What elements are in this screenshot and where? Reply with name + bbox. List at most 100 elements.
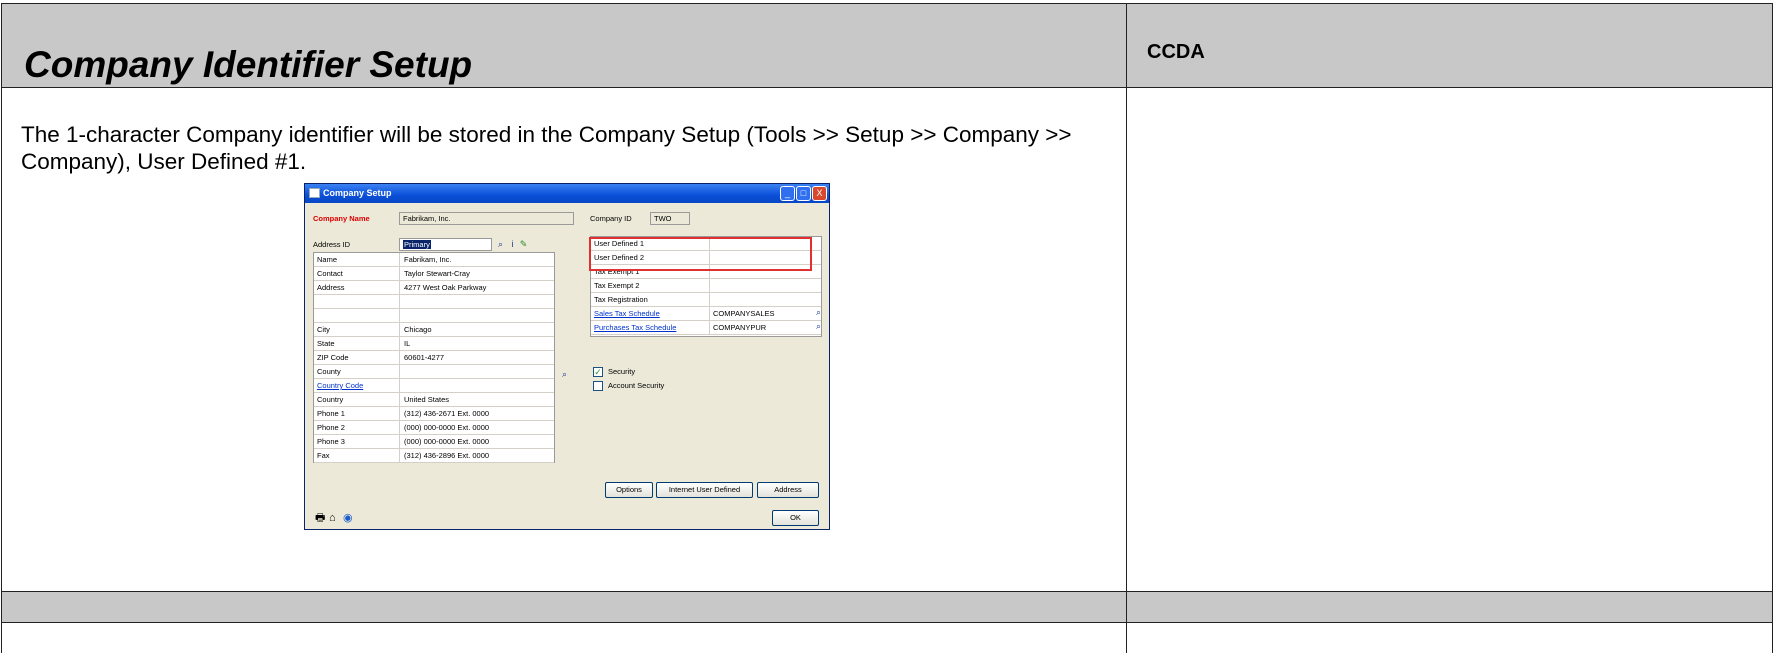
bottom-left-cell [1, 622, 1127, 653]
address-row-value[interactable]: IL [404, 338, 410, 350]
address-row-value[interactable]: 4277 West Oak Parkway [404, 282, 486, 294]
tax-row: Tax Exempt 2 [591, 279, 821, 293]
address-row: Phone 1 (312) 436-2671 Ext. 0000 [314, 407, 554, 421]
column-divider [399, 323, 400, 337]
minimize-button[interactable]: _ [780, 186, 795, 201]
address-row-value[interactable]: 60601-4277 [404, 352, 444, 364]
security-checkbox[interactable]: ✓ [593, 367, 603, 377]
close-button[interactable]: X [812, 186, 827, 201]
bottom-right-cell [1126, 622, 1773, 653]
column-divider [709, 293, 710, 307]
note-icon[interactable]: ✎ [518, 239, 529, 250]
column-divider [709, 307, 710, 321]
internet-user-defined-button[interactable]: Internet User Defined [656, 482, 753, 498]
column-divider [399, 267, 400, 281]
column-divider [399, 435, 400, 449]
printer-icon[interactable]: 🖶 [315, 512, 325, 524]
address-row-label: City [317, 325, 330, 334]
column-divider [399, 421, 400, 435]
address-row: Phone 3 (000) 000-0000 Ext. 0000 [314, 435, 554, 449]
address-row: Country Code [314, 379, 554, 393]
spacer-left-cell [1, 591, 1127, 623]
tax-row-value[interactable]: COMPANYSALES [713, 308, 775, 320]
country-code-lookup-icon[interactable]: ⌕ [559, 369, 570, 380]
purchases-tax-lookup-icon[interactable]: ⌕ [813, 321, 824, 332]
tax-row: Sales Tax Schedule COMPANYSALES [591, 307, 821, 321]
address-row: ZIP Code 60601-4277 [314, 351, 554, 365]
body-paragraph: The 1-character Company identifier will … [21, 122, 1072, 174]
account-security-label: Account Security [608, 381, 665, 390]
column-divider [399, 281, 400, 295]
address-row-label: Name [317, 255, 338, 264]
user-defined-highlight [589, 237, 812, 271]
help-icon[interactable]: ◉ [343, 512, 353, 524]
document-table: CCDA [0, 0, 1774, 653]
column-divider [399, 393, 400, 407]
ok-button[interactable]: OK [772, 510, 819, 526]
address-row-label: Phone 3 [317, 437, 345, 446]
tax-row-label: Tax Exempt 2 [594, 281, 640, 290]
address-button[interactable]: Address [757, 482, 819, 498]
address-row-value[interactable]: United States [404, 394, 449, 406]
column-divider [399, 295, 400, 309]
address-row-label: Address [317, 283, 345, 292]
address-id-field[interactable]: Primary [399, 238, 492, 251]
attach-icon[interactable]: ⌂ [329, 512, 336, 524]
address-row-label: Phone 1 [317, 409, 345, 418]
address-row-value[interactable]: (000) 000-0000 Ext. 0000 [404, 436, 489, 448]
address-row-label: County [317, 367, 341, 376]
address-row: Name Fabrikam, Inc. [314, 253, 554, 267]
tax-row: Purchases Tax Schedule COMPANYPUR [591, 321, 821, 335]
address-row: Address 4277 West Oak Parkway [314, 281, 554, 295]
tax-row-label[interactable]: Purchases Tax Schedule [594, 322, 676, 334]
spacer-right-cell [1126, 591, 1773, 623]
column-divider [399, 449, 400, 463]
header-right-label: CCDA [1147, 41, 1205, 63]
page-title: Company Identifier Setup [24, 44, 473, 85]
column-divider [709, 279, 710, 293]
dialog-title-bar: Company Setup [305, 184, 829, 203]
address-row-label: ZIP Code [317, 353, 349, 362]
company-id-label: Company ID [590, 214, 632, 223]
address-grid: Name Fabrikam, Inc. Contact Taylor Stewart-… [313, 252, 555, 463]
address-row: Country United States [314, 393, 554, 407]
header-right-cell: CCDA [1126, 3, 1773, 88]
column-divider [399, 365, 400, 379]
column-divider [399, 379, 400, 393]
info-icon[interactable]: i [507, 239, 518, 250]
tax-row-label: Tax Registration [594, 295, 648, 304]
tax-row-value[interactable]: COMPANYPUR [713, 322, 766, 334]
column-divider [399, 351, 400, 365]
address-row-value[interactable]: Chicago [404, 324, 432, 336]
sales-tax-lookup-icon[interactable]: ⌕ [813, 307, 824, 318]
security-label: Security [608, 367, 636, 376]
column-divider [399, 309, 400, 323]
address-row-label: Contact [317, 269, 343, 278]
address-row-value[interactable]: Taylor Stewart-Cray [404, 268, 470, 280]
window-icon [309, 188, 320, 198]
maximize-button[interactable]: □ [796, 186, 811, 201]
address-row-value[interactable]: (312) 436-2671 Ext. 0000 [404, 408, 489, 420]
dialog-title: Company Setup [323, 188, 392, 198]
address-row-label: State [317, 339, 335, 348]
address-row [314, 309, 554, 323]
address-row: City Chicago [314, 323, 554, 337]
company-id-field: TWO [650, 212, 690, 225]
lookup-icon[interactable]: ⌕ [495, 239, 506, 250]
options-button[interactable]: Options [605, 482, 653, 498]
address-row: Contact Taylor Stewart-Cray [314, 267, 554, 281]
address-row-value[interactable]: (312) 436-2896 Ext. 0000 [404, 450, 489, 462]
column-divider [399, 253, 400, 267]
address-row: Phone 2 (000) 000-0000 Ext. 0000 [314, 421, 554, 435]
address-row-label[interactable]: Country Code [317, 380, 363, 392]
address-row-value[interactable]: (000) 000-0000 Ext. 0000 [404, 422, 489, 434]
body-right-cell [1126, 87, 1773, 592]
address-row-value[interactable]: Fabrikam, Inc. [404, 254, 452, 266]
address-row-label: Fax [317, 451, 330, 460]
column-divider [399, 337, 400, 351]
column-divider [709, 321, 710, 335]
address-row-label: Phone 2 [317, 423, 345, 432]
tax-row-label[interactable]: Sales Tax Schedule [594, 308, 660, 320]
account-security-checkbox[interactable]: ✓ [593, 381, 603, 391]
company-setup-dialog: Company Setup _ □ X Company Name Fabrika… [304, 183, 830, 530]
